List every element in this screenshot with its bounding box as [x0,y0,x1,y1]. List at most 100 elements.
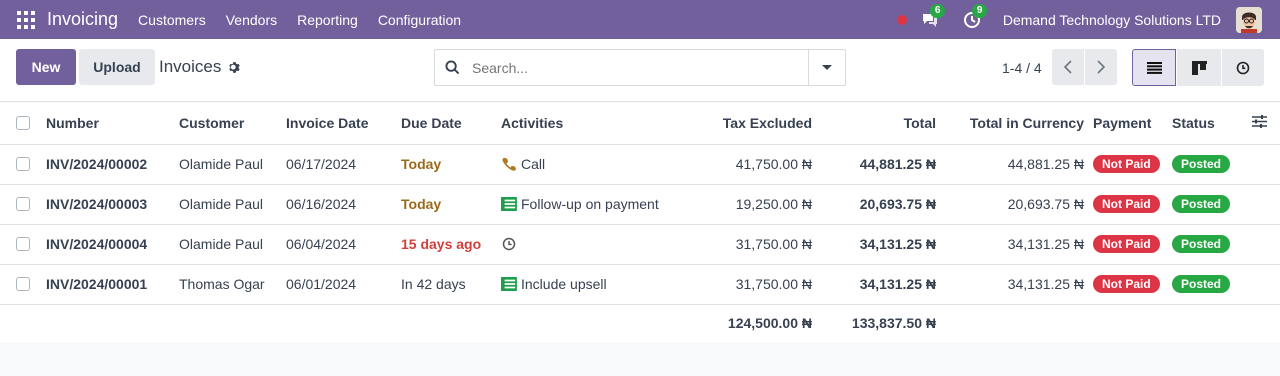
total-in-currency-amount: 20,693.75 ₦ [936,184,1084,225]
top-navbar: Invoicing Customers Vendors Reporting Co… [0,0,1280,39]
list-view-button[interactable] [1132,49,1176,86]
activity-clock-icon[interactable]: 9 [961,3,988,31]
invoice-number: INV/2024/00001 [46,264,179,305]
customer-name: Olamide Paul [179,184,286,225]
menu-vendors[interactable]: Vendors [226,12,277,28]
total-amount: 34,131.25 ₦ [812,264,936,305]
due-date: 15 days ago [401,224,501,265]
column-activities[interactable]: Activities [501,103,687,145]
invoice-number: INV/2024/00003 [46,184,179,225]
upload-button[interactable]: Upload [79,49,155,85]
activity-summary: Include upsell [521,276,607,292]
total-amount: 34,131.25 ₦ [812,224,936,265]
customer-name: Olamide Paul [179,144,286,185]
column-total-in-currency[interactable]: Total in Currency [936,103,1084,145]
table-row[interactable]: INV/2024/00004 Olamide Paul 06/04/2024 15 d… [0,224,1280,265]
menu-customers[interactable]: Customers [138,12,206,28]
column-due-date[interactable]: Due Date [401,103,501,145]
recording-indicator-icon[interactable] [896,14,907,25]
status-badge: Posted [1172,235,1231,253]
activity-widget[interactable]: Include upsell [501,276,687,292]
payment-status-badge: Not Paid [1093,275,1160,293]
total-amount: 20,693.75 ₦ [812,184,936,225]
table-header: Number Customer Invoice Date Due Date Ac… [0,103,1280,145]
column-number[interactable]: Number [46,103,179,145]
activity-view-button[interactable] [1222,49,1264,86]
search-input[interactable] [472,59,802,76]
chevron-down-icon [822,65,832,70]
activity-summary: Follow-up on payment [521,196,659,212]
payment-status-badge: Not Paid [1093,155,1160,173]
row-checkbox[interactable] [16,277,30,291]
search-bar [434,49,846,86]
due-date: In 42 days [401,264,501,305]
activity-widget[interactable] [501,237,687,251]
payment-status-badge: Not Paid [1093,235,1160,253]
clock-icon [1236,61,1250,74]
phone-icon[interactable] [501,157,521,171]
control-panel: New Upload Invoices 1-4 / 4 [0,39,1280,102]
kanban-view-icon [1191,60,1207,75]
total-in-currency-amount: 44,881.25 ₦ [936,144,1084,185]
table-row[interactable]: INV/2024/00002 Olamide Paul 06/17/2024 Toda… [0,144,1280,185]
menu-reporting[interactable]: Reporting [297,12,358,28]
invoice-list: Number Customer Invoice Date Due Date Ac… [0,103,1280,342]
customer-name: Thomas Ogar [179,264,286,305]
pager-value[interactable]: 1-4 / 4 [1002,60,1042,76]
invoice-date: 06/01/2024 [286,264,401,305]
tax-excluded-amount: 31,750.00 ₦ [687,224,812,265]
invoice-date: 06/17/2024 [286,144,401,185]
column-status[interactable]: Status [1172,103,1252,145]
gear-icon[interactable] [228,61,241,74]
row-checkbox[interactable] [16,197,30,211]
row-checkbox[interactable] [16,157,30,171]
table-row[interactable]: INV/2024/00003 Olamide Paul 06/16/2024 Toda… [0,184,1280,225]
row-checkbox[interactable] [16,237,30,251]
menu-configuration[interactable]: Configuration [378,12,461,28]
kanban-view-button[interactable] [1177,49,1221,86]
column-invoice-date[interactable]: Invoice Date [286,103,401,145]
column-payment[interactable]: Payment [1084,103,1172,145]
customer-name: Olamide Paul [179,224,286,265]
breadcrumb: Invoices [159,57,241,77]
pager-previous-button[interactable] [1052,49,1084,85]
invoice-number: INV/2024/00004 [46,224,179,265]
due-date: Today [401,184,501,225]
table-row[interactable]: INV/2024/00001 Thomas Ogar 06/01/2024 In 42… [0,264,1280,305]
activity-widget[interactable]: Follow-up on payment [501,196,687,212]
sliders-icon [1252,115,1267,129]
column-tax-excluded[interactable]: Tax Excluded [687,103,812,145]
column-customer[interactable]: Customer [179,103,286,145]
tax-excluded-amount: 41,750.00 ₦ [687,144,812,185]
total-in-currency-amount: 34,131.25 ₦ [936,224,1084,265]
optional-columns-toggle[interactable] [1252,103,1280,145]
total-amount: 44,881.25 ₦ [812,144,936,185]
status-badge: Posted [1172,155,1231,173]
clock-icon[interactable] [501,237,521,251]
invoice-date: 06/04/2024 [286,224,401,265]
tax-excluded-amount: 19,250.00 ₦ [687,184,812,225]
company-switcher[interactable]: Demand Technology Solutions LTD [1003,12,1221,28]
payment-status-badge: Not Paid [1093,195,1160,213]
app-name[interactable]: Invoicing [47,9,118,30]
status-badge: Posted [1172,275,1231,293]
chat-icon[interactable]: 6 [919,3,946,31]
search-icon [445,60,460,75]
money-icon[interactable] [501,197,521,211]
total-tax-excluded: 124,500.00 ₦ [727,315,812,332]
status-badge: Posted [1172,195,1231,213]
search-options-toggle[interactable] [808,50,845,85]
user-avatar[interactable] [1236,6,1262,33]
list-view-icon [1146,61,1162,74]
apps-menu-icon[interactable] [17,10,35,29]
invoice-number: INV/2024/00002 [46,144,179,185]
pager-next-button[interactable] [1085,49,1117,85]
select-all-checkbox[interactable] [16,116,30,131]
money-icon[interactable] [501,277,521,291]
column-total[interactable]: Total [812,103,936,145]
activity-widget[interactable]: Call [501,156,687,172]
chevron-right-icon [1097,60,1106,74]
totals-row: 124,500.00 ₦ 133,837.50 ₦ [0,304,1280,342]
chevron-left-icon [1063,60,1072,74]
new-button[interactable]: New [16,49,76,85]
